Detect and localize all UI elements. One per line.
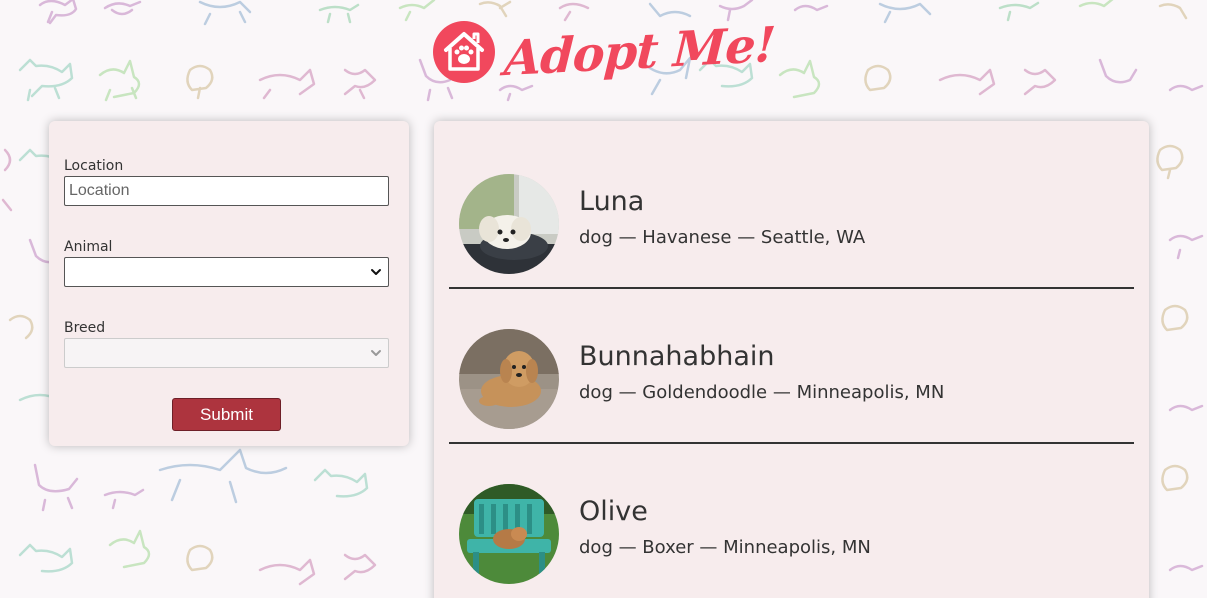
pet-name: Bunnahabhain [579, 341, 775, 372]
pet-details: dog — Goldendoodle — Minneapolis, MN [579, 382, 945, 403]
logo-text: Adopt Me! [502, 16, 777, 88]
pet-card[interactable]: Olive dog — Boxer — Minneapolis, MN [449, 444, 1134, 598]
pet-photo [459, 484, 559, 584]
animal-field: Animal [64, 238, 389, 287]
location-placeholder: Location [69, 182, 130, 199]
pet-photo [459, 329, 559, 429]
results-list: Luna dog — Havanese — Seattle, WA Bunnah… [434, 121, 1149, 598]
search-form: Location Location Animal Breed Submit [49, 121, 409, 446]
location-input[interactable]: Location [64, 176, 389, 206]
animal-label: Animal [64, 239, 113, 255]
logo[interactable]: Adopt Me! [432, 16, 777, 88]
chevron-down-icon [371, 269, 381, 275]
location-field: Location Location [64, 157, 389, 206]
submit-button[interactable]: Submit [172, 398, 281, 431]
breed-label: Breed [64, 320, 106, 336]
animal-select[interactable] [64, 257, 389, 287]
pet-details: dog — Boxer — Minneapolis, MN [579, 537, 871, 558]
breed-select[interactable] [64, 338, 389, 368]
house-paw-icon [432, 21, 495, 83]
pet-card[interactable]: Bunnahabhain dog — Goldendoodle — Minnea… [449, 289, 1134, 444]
chevron-down-icon [371, 350, 381, 356]
breed-field: Breed [64, 319, 389, 368]
pet-name: Olive [579, 496, 648, 527]
location-label: Location [64, 158, 124, 174]
pet-name: Luna [579, 186, 645, 217]
pet-photo [459, 174, 559, 274]
submit-wrap: Submit [64, 398, 389, 431]
pet-card[interactable]: Luna dog — Havanese — Seattle, WA [449, 134, 1134, 289]
pet-details: dog — Havanese — Seattle, WA [579, 227, 866, 248]
site-header: Adopt Me! [0, 16, 1207, 88]
